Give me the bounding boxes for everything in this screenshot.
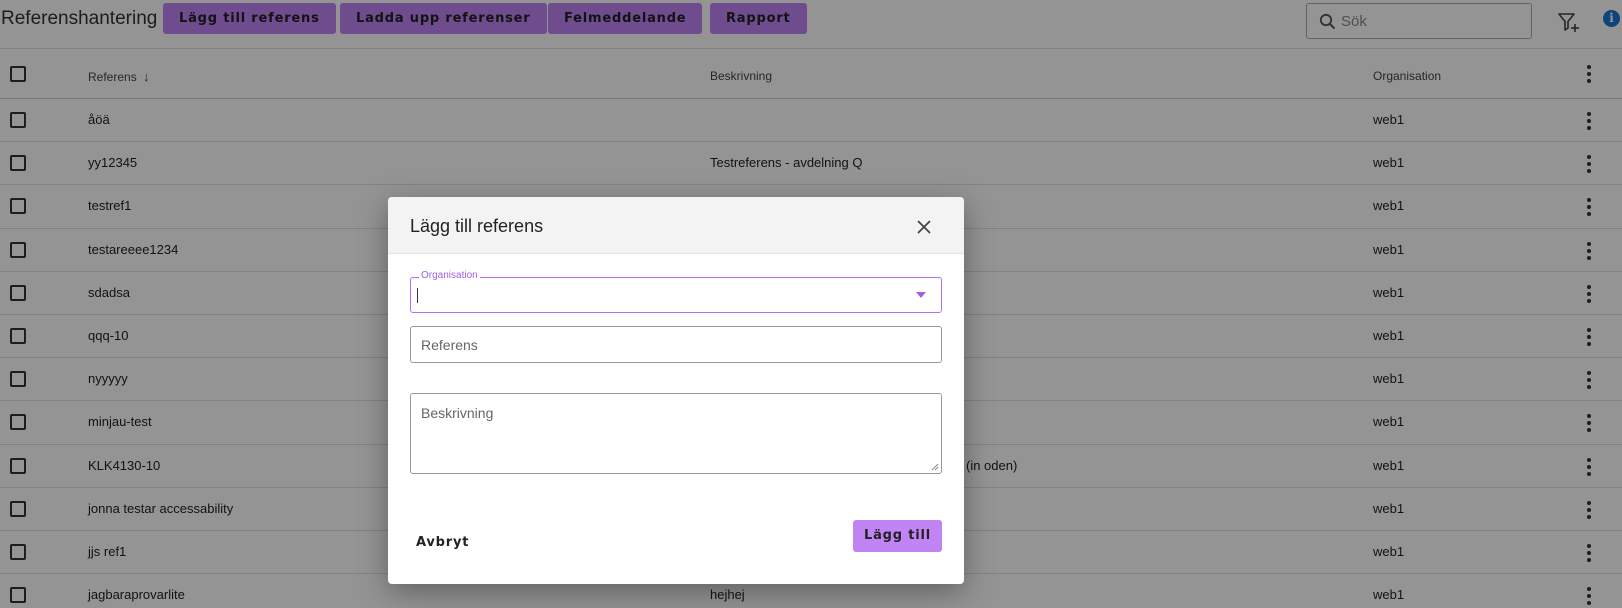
submit-add-button[interactable]: Lägg till <box>853 520 942 552</box>
organisation-select[interactable]: Organisation <box>410 270 942 313</box>
description-placeholder: Beskrivning <box>421 405 494 421</box>
description-field[interactable]: Beskrivning <box>410 393 942 474</box>
dialog-title: Lägg till referens <box>410 216 544 236</box>
organisation-label: Organisation <box>419 270 480 281</box>
resize-handle-icon[interactable] <box>931 463 939 471</box>
reference-field[interactable]: Referens <box>410 326 942 363</box>
dialog-header: Lägg till referens <box>388 197 964 254</box>
chevron-down-icon[interactable] <box>916 292 926 298</box>
reference-placeholder: Referens <box>421 337 478 353</box>
add-reference-dialog: Lägg till referens Organisation Referens… <box>388 197 964 584</box>
text-cursor <box>417 288 418 303</box>
close-icon[interactable] <box>916 219 932 235</box>
cancel-button[interactable]: Avbryt <box>416 535 469 550</box>
